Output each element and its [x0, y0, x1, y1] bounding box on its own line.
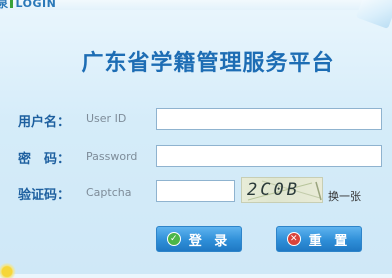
- decorative-cube: [355, 0, 392, 29]
- username-input[interactable]: [156, 108, 382, 130]
- captcha-code: 2C0B: [247, 180, 300, 200]
- page-title: 广东省学籍管理服务平台: [81, 51, 335, 76]
- password-input[interactable]: [156, 145, 382, 167]
- check-icon: ✓: [166, 232, 181, 246]
- username-label: 用户名：: [18, 115, 71, 130]
- login-button-label: 登 录: [188, 233, 232, 249]
- green-divider: [9, 0, 13, 8]
- login-button[interactable]: ✓ 登 录: [156, 226, 242, 252]
- password-label: 密 码：: [18, 152, 71, 167]
- top-banner-strip: [0, 0, 392, 10]
- reset-button-label: 重 置: [308, 233, 352, 249]
- captcha-input[interactable]: [156, 180, 235, 202]
- reset-button[interactable]: ✕ 重 置: [276, 226, 362, 252]
- login-tag: 泉 LOGIN: [0, 0, 56, 11]
- captcha-label: 验证码：: [18, 188, 71, 203]
- captcha-hint: Captcha: [86, 186, 132, 199]
- login-prefix: 泉: [0, 0, 9, 10]
- login-label: LOGIN: [15, 0, 57, 10]
- close-icon: ✕: [286, 232, 301, 246]
- decorative-flower: [0, 262, 18, 278]
- refresh-captcha-link[interactable]: 换一张: [328, 188, 361, 204]
- captcha-image[interactable]: 2C0B: [241, 177, 323, 203]
- password-hint: Password: [86, 150, 138, 163]
- username-hint: User ID: [86, 112, 127, 125]
